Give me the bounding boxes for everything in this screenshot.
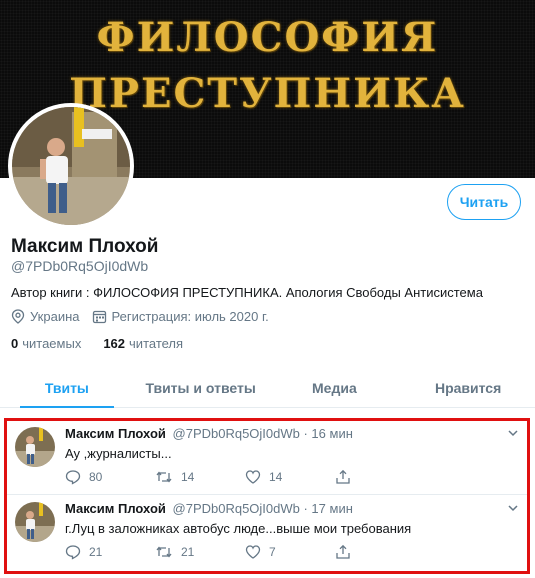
like-button[interactable]: 7 (245, 544, 335, 560)
like-icon (245, 470, 261, 484)
profile-name: Максим Плохой (11, 236, 159, 257)
follow-button[interactable]: Читать (447, 184, 521, 220)
followers-label: читателя (129, 336, 184, 351)
following-link[interactable]: 0 читаемых (11, 336, 81, 351)
profile-stats: 0 читаемых 162 читателя (11, 336, 205, 351)
retweet-icon (156, 471, 172, 483)
profile-bio: Автор книги : ФИЛОСОФИЯ ПРЕСТУПНИКА. Апо… (11, 285, 483, 300)
calendar-icon (92, 310, 106, 324)
profile-avatar[interactable] (8, 103, 134, 229)
location-item: Украина (11, 309, 80, 324)
banner-title-line1: ФИЛОСОФИЯ (96, 14, 439, 61)
reply-icon (65, 545, 81, 560)
profile-tabs: Твиты Твиты и ответы Медиа Нравится (0, 368, 535, 408)
tweet-text: Ау ,журналисты... (65, 446, 172, 461)
tweet-handle-time: @7PDb0Rq5OjI0dWb · 16 мин (172, 426, 353, 441)
following-count: 0 (11, 336, 19, 351)
share-button[interactable] (335, 469, 359, 485)
tweet-header: Максим Плохой @7PDb0Rq5OjI0dWb · 17 мин (65, 501, 353, 516)
followers-link[interactable]: 162 читателя (103, 336, 183, 351)
tweets-highlight-box: Максим Плохой @7PDb0Rq5OjI0dWb · 16 мин … (4, 418, 530, 574)
tab-likes[interactable]: Нравится (401, 368, 535, 407)
tab-tweets-and-replies[interactable]: Твиты и ответы (134, 368, 268, 407)
reply-button[interactable]: 21 (65, 544, 155, 560)
tweet-header: Максим Плохой @7PDb0Rq5OjI0dWb · 16 мин (65, 426, 353, 441)
reply-icon (65, 470, 81, 485)
joined-text: Регистрация: июль 2020 г. (111, 309, 269, 324)
followers-count: 162 (103, 336, 126, 351)
profile-handle: @7PDb0Rq5OjI0dWb (11, 258, 149, 274)
like-count: 7 (269, 545, 276, 559)
like-icon (245, 545, 261, 559)
following-label: читаемых (22, 336, 82, 351)
tab-tweets[interactable]: Твиты (0, 368, 134, 408)
like-count: 14 (269, 470, 283, 484)
tweet-item[interactable]: Максим Плохой @7PDb0Rq5OjI0dWb · 17 мин … (7, 496, 527, 570)
retweet-count: 21 (181, 545, 195, 559)
tweet-item[interactable]: Максим Плохой @7PDb0Rq5OjI0dWb · 16 мин … (7, 421, 527, 495)
tweet-author-name[interactable]: Максим Плохой (65, 501, 166, 516)
tweet-avatar[interactable] (15, 502, 55, 542)
reply-button[interactable]: 80 (65, 469, 155, 485)
profile-meta: Украина Регистрация: июль 2020 г. (11, 309, 281, 324)
retweet-count: 14 (181, 470, 195, 484)
share-button[interactable] (335, 544, 359, 560)
location-pin-icon (11, 309, 25, 324)
share-icon (336, 544, 350, 559)
reply-count: 21 (89, 545, 103, 559)
chevron-down-icon[interactable] (507, 427, 519, 439)
retweet-button[interactable]: 14 (155, 469, 245, 485)
share-icon (336, 469, 350, 484)
tweet-avatar[interactable] (15, 427, 55, 467)
joined-item: Регистрация: июль 2020 г. (92, 309, 269, 324)
tweet-author-name[interactable]: Максим Плохой (65, 426, 166, 441)
retweet-button[interactable]: 21 (155, 544, 245, 560)
tab-media[interactable]: Медиа (268, 368, 402, 407)
reply-count: 80 (89, 470, 103, 484)
tweet-text: г.Луц в заложниках автобус люде...выше м… (65, 521, 412, 536)
tweet-actions: 21 21 7 (65, 544, 445, 560)
like-button[interactable]: 14 (245, 469, 335, 485)
tweet-handle-time: @7PDb0Rq5OjI0dWb · 17 мин (172, 501, 353, 516)
chevron-down-icon[interactable] (507, 502, 519, 514)
location-text: Украина (30, 309, 80, 324)
retweet-icon (156, 546, 172, 558)
tweet-actions: 80 14 14 (65, 469, 445, 485)
